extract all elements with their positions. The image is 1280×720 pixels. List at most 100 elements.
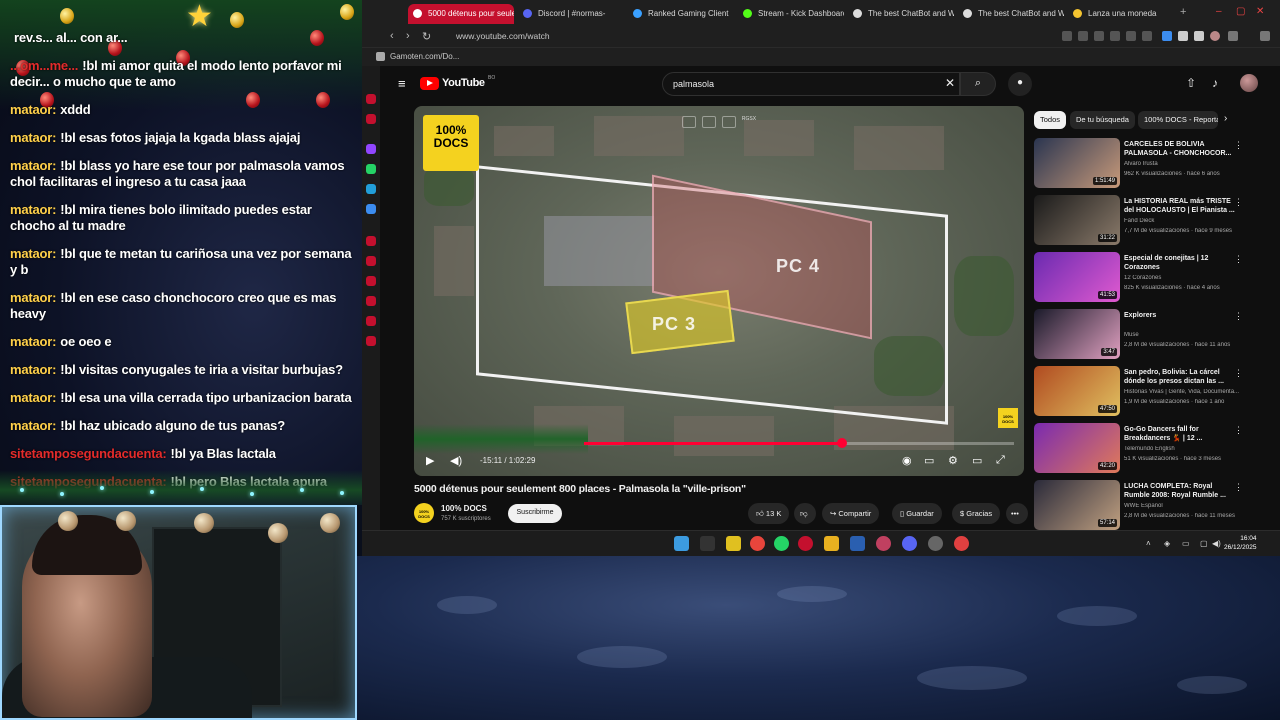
extension-icon[interactable] bbox=[1178, 31, 1188, 41]
settings-icon[interactable] bbox=[366, 336, 376, 346]
share-button[interactable]: ↪ Compartir bbox=[822, 503, 880, 524]
recommended-video[interactable]: 3:47 Explorers Muse 2,8 M de visualizacione… bbox=[1034, 309, 1264, 363]
chat-username[interactable]: sitetamposegundacuenta: bbox=[10, 446, 167, 461]
twitch-icon[interactable] bbox=[366, 144, 376, 154]
video-title[interactable]: La HISTORIA REAL más TRISTE del HOLOCAUS… bbox=[1124, 197, 1236, 215]
video-title[interactable]: Go-Go Dancers fall for Breakdancers 💃 | … bbox=[1124, 425, 1236, 443]
video-title[interactable]: Especial de conejitas | 12 Corazones bbox=[1124, 254, 1236, 272]
recommended-video[interactable]: 41:53 Especial de conejitas | 12 Corazone… bbox=[1034, 252, 1264, 306]
fullscreen-icon[interactable]: ⤢ bbox=[996, 454, 1005, 467]
chat-username[interactable]: mataor: bbox=[10, 130, 56, 145]
notifications-icon[interactable]: ♪ bbox=[1212, 76, 1218, 90]
video-thumbnail[interactable]: 42:20 bbox=[1034, 423, 1120, 473]
video-title[interactable]: Explorers bbox=[1124, 311, 1236, 320]
menu-icon[interactable] bbox=[1260, 31, 1270, 41]
tab-ranked-gaming[interactable]: Ranked Gaming Client bbox=[628, 4, 734, 24]
settings-icon[interactable]: ⚙ bbox=[948, 454, 958, 467]
video-title[interactable]: San pedro, Bolivia: La cárcel dónde los … bbox=[1124, 368, 1236, 386]
recommended-video[interactable]: 1:51:49 CARCELES DE BOLIVIA PALMASOLA - C… bbox=[1034, 138, 1264, 192]
video-thumbnail[interactable]: 3:47 bbox=[1034, 309, 1120, 359]
channel-name[interactable]: Telemundo English bbox=[1124, 446, 1244, 452]
chat-username[interactable]: mataor: bbox=[10, 418, 56, 433]
progress-bar[interactable] bbox=[584, 438, 1014, 448]
miniplayer-icon[interactable] bbox=[702, 116, 716, 128]
discord-icon[interactable] bbox=[902, 536, 917, 551]
channel-name[interactable]: Historias Vivas | Gente, Vida, Documenta… bbox=[1124, 389, 1244, 395]
menu-icon[interactable]: ≡ bbox=[398, 76, 406, 91]
thanks-button[interactable]: $ Gracias bbox=[952, 503, 1001, 524]
sidebar-icon[interactable] bbox=[366, 114, 376, 124]
chip-all[interactable]: Todos bbox=[1034, 111, 1067, 129]
sidebar-icon[interactable] bbox=[366, 276, 376, 286]
clear-search-icon[interactable]: ✕ bbox=[945, 76, 955, 90]
video-thumbnail[interactable]: 1:51:49 bbox=[1034, 138, 1120, 188]
skip-icon[interactable] bbox=[722, 116, 736, 128]
subscribe-button[interactable]: Suscribirme bbox=[508, 504, 562, 523]
search-icon[interactable] bbox=[700, 536, 715, 551]
subtitles-icon[interactable]: ▭ bbox=[924, 454, 934, 467]
extension-icon[interactable] bbox=[1162, 31, 1172, 41]
forward-icon[interactable]: › bbox=[406, 30, 410, 42]
video-thumbnail[interactable]: 57:14 bbox=[1034, 480, 1120, 530]
channel-name[interactable]: 12 Corazones bbox=[1124, 275, 1244, 281]
chevron-right-icon[interactable]: › bbox=[1224, 113, 1227, 124]
account-avatar[interactable] bbox=[1240, 74, 1258, 92]
upload-icon[interactable]: ⇧ bbox=[1186, 76, 1196, 90]
tab-coin-flip[interactable]: Lanza una moneda bbox=[1068, 4, 1174, 24]
chat-username[interactable]: mataor: bbox=[10, 158, 56, 173]
minimize-button[interactable]: – bbox=[1216, 6, 1222, 17]
tab-chatbot-2[interactable]: The best ChatBot and W bbox=[958, 4, 1064, 24]
recommended-video[interactable]: 42:20 Go-Go Dancers fall for Breakdancers… bbox=[1034, 423, 1264, 477]
channel-name[interactable]: WWE Español bbox=[1124, 503, 1244, 509]
more-actions-button[interactable]: ••• bbox=[1006, 503, 1028, 524]
search-button[interactable]: ⌕ bbox=[960, 72, 996, 96]
sidebar-icon[interactable] bbox=[366, 94, 376, 104]
sidebar-icon[interactable] bbox=[366, 256, 376, 266]
volume-icon[interactable]: ◀) bbox=[1212, 539, 1221, 548]
tab-kick-dashboard[interactable]: Stream - Kick Dashboard bbox=[738, 4, 844, 24]
more-vert-icon[interactable]: ⋮ bbox=[1234, 425, 1243, 436]
display-icon[interactable]: ▢ bbox=[1200, 539, 1208, 548]
video-thumbnail[interactable]: 41:53 bbox=[1034, 252, 1120, 302]
progress-scrubber[interactable] bbox=[837, 438, 847, 448]
channel-avatar[interactable]: 100% DOCS bbox=[414, 503, 434, 523]
sidebar-icon[interactable] bbox=[366, 204, 376, 214]
chip-from-search[interactable]: De tu búsqueda bbox=[1070, 111, 1135, 129]
channel-name[interactable]: Muse bbox=[1124, 332, 1244, 338]
chat-username[interactable]: mataor: bbox=[10, 290, 56, 305]
channel-name[interactable]: Alvaro Irusta bbox=[1124, 161, 1244, 167]
sidebar-icon[interactable] bbox=[366, 316, 376, 326]
chat-username[interactable]: mataor: bbox=[10, 246, 56, 261]
cast-icon[interactable] bbox=[682, 116, 696, 128]
video-thumbnail[interactable]: 47:50 bbox=[1034, 366, 1120, 416]
extension-icon[interactable] bbox=[1194, 31, 1204, 41]
save-button[interactable]: ▯ Guardar bbox=[892, 503, 942, 524]
recommended-video[interactable]: 57:14 LUCHA COMPLETA: Royal Rumble 2008: … bbox=[1034, 480, 1264, 534]
video-player[interactable]: PC 4 PC 3 100% DOCS 100% DOCS RGSX ▶ ◀) … bbox=[414, 106, 1024, 476]
chat-username[interactable]: mataor: bbox=[10, 334, 56, 349]
network-icon[interactable]: ◈ bbox=[1164, 539, 1170, 548]
channel-name[interactable]: 100% DOCS bbox=[441, 504, 487, 513]
volume-icon[interactable]: ◀) bbox=[450, 454, 462, 467]
recommended-video[interactable]: 31:22 La HISTORIA REAL más TRISTE del HOL… bbox=[1034, 195, 1264, 249]
chrome-icon[interactable] bbox=[750, 536, 765, 551]
browser-icon[interactable] bbox=[798, 536, 813, 551]
keyboard-icon[interactable]: ▭ bbox=[1182, 539, 1190, 548]
chat-username[interactable]: mataor: bbox=[10, 362, 56, 377]
profile-icon[interactable] bbox=[1210, 31, 1220, 41]
whatsapp-icon[interactable] bbox=[774, 536, 789, 551]
bookmark-icon[interactable] bbox=[1078, 31, 1088, 41]
more-vert-icon[interactable]: ⋮ bbox=[1234, 311, 1243, 322]
more-vert-icon[interactable]: ⋮ bbox=[1234, 368, 1243, 379]
bookmark-item[interactable]: Gamoten.com/Do... bbox=[390, 52, 459, 61]
play-icon[interactable]: ▶ bbox=[426, 454, 434, 467]
search-input[interactable]: palmasola ✕ bbox=[662, 72, 960, 96]
more-vert-icon[interactable]: ⋮ bbox=[1234, 482, 1243, 493]
tab-youtube[interactable]: 5000 détenus pour seule bbox=[408, 4, 514, 24]
chat-username[interactable]: ...om...me... bbox=[10, 58, 78, 73]
back-icon[interactable]: ‹ bbox=[390, 30, 394, 42]
theater-mode-icon[interactable]: ▭ bbox=[972, 454, 982, 467]
chat-username[interactable]: mataor: bbox=[10, 202, 56, 217]
zoom-icon[interactable] bbox=[1062, 31, 1072, 41]
chat-username[interactable]: mataor: bbox=[10, 102, 56, 117]
